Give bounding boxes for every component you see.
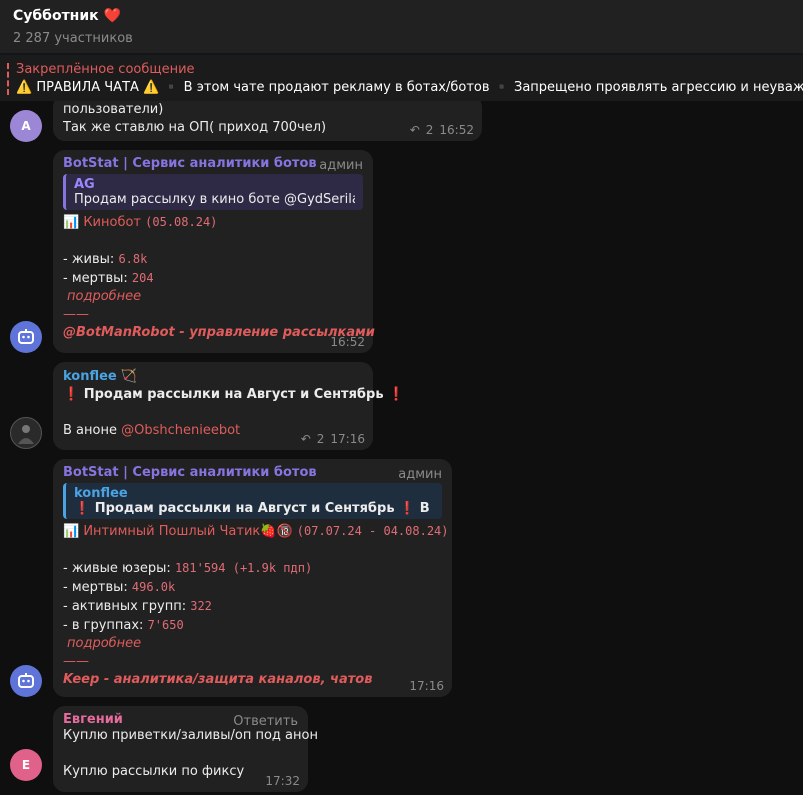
message-time: 16:52 [330, 335, 365, 349]
message-meta: ↶ 2 17:16 [301, 432, 365, 446]
message-bubble[interactable]: Евгений Ответить Куплю приветки/заливы/о… [53, 706, 318, 792]
footer-link[interactable]: Keep - аналитика/защита каналов, чатов [63, 671, 442, 689]
reply-quote[interactable]: konflee ❗ Продам рассылки на Август и Се… [63, 483, 442, 519]
stat-value: 322 [190, 599, 212, 613]
stat-label: - живы: [63, 252, 115, 267]
sender-name[interactable]: BotStat | Сервис аналитики ботов [63, 465, 442, 480]
avatar[interactable]: A [10, 110, 42, 142]
chart-icon: 📊 [63, 215, 80, 230]
user-avatar[interactable] [10, 417, 42, 449]
avatar-letter: E [21, 758, 31, 772]
chart-icon: 📊 [63, 524, 80, 539]
bot-avatar[interactable] [10, 665, 42, 697]
avatar-letter: A [21, 119, 31, 133]
message-time: 17:32 [265, 774, 300, 788]
stat-label: - мертвы: [63, 580, 128, 595]
message-meta: 17:32 [265, 774, 300, 788]
pinned-text: ⚠️ ПРАВИЛА ЧАТА ⚠️ ▪️ В этом чате продаю… [16, 80, 803, 95]
message-meta: 16:52 [330, 335, 365, 349]
reply-count[interactable]: 2 [426, 123, 434, 137]
reply-arrow-icon[interactable]: ↶ [410, 123, 420, 137]
message-meta: ↶ 2 16:52 [410, 123, 474, 137]
message-line: Куплю рассылки по фиксу [63, 764, 245, 779]
reply-button[interactable]: Ответить [233, 714, 298, 729]
sender-name[interactable]: konflee [63, 369, 117, 384]
stats-date: (05.08.24) [145, 215, 218, 229]
message-bubble[interactable]: пользователи) Так же ставлю на ОП( прихо… [53, 101, 482, 141]
bot-name[interactable]: Кинобот [83, 215, 141, 230]
message-bubble[interactable]: BotStat | Сервис аналитики ботов админ k… [53, 459, 452, 697]
pinned-indicator [7, 63, 9, 95]
more-link[interactable]: подробнее [63, 288, 363, 306]
chat-title-text: Субботник [13, 8, 99, 24]
reply-count[interactable]: 2 [317, 432, 325, 446]
stat-value: 6.8k [118, 252, 148, 266]
stat-value: 496.0k [131, 580, 176, 594]
chat-title: Субботник ❤️ [13, 8, 121, 24]
robot-icon [18, 329, 34, 344]
divider-text: —— [63, 307, 89, 322]
robot-icon [18, 673, 34, 688]
quote-author: AG [74, 177, 95, 192]
heart-icon: ❤️ [103, 8, 121, 24]
message-feed[interactable]: A пользователи) Так же ставлю на ОП( при… [0, 101, 803, 795]
pinned-title: Закреплённое сообщение [16, 62, 195, 77]
message-line: ❗ Продам рассылки на Август и Сентябрь ❗ [63, 387, 405, 402]
message-time: 16:52 [439, 123, 474, 137]
reply-arrow-icon[interactable]: ↶ [301, 432, 311, 446]
message-line: Куплю приветки/заливы/оп под анон [63, 728, 318, 743]
message-time: 17:16 [330, 432, 365, 446]
quote-text: Продам рассылку в кино боте @GydSerilasB… [74, 192, 355, 207]
bot-avatar[interactable] [10, 321, 42, 353]
admin-badge: админ [319, 158, 363, 173]
stat-label: - живые юзеры: [63, 561, 171, 576]
avatar[interactable]: E [10, 749, 42, 781]
stat-label: - активных групп: [63, 599, 187, 614]
message-bubble[interactable]: konflee 🏹 ❗ Продам рассылки на Август и … [53, 362, 405, 450]
message-line: пользователи) [63, 102, 164, 117]
status-emoji-icon: 🏹 [120, 369, 138, 384]
footer-link[interactable]: @BotManRobot - управление рассылками [63, 324, 375, 342]
quote-text: ❗ Продам рассылки на Август и Сентябрь ❗… [74, 501, 434, 516]
message-meta: 17:16 [409, 679, 444, 693]
stat-value: 204 [131, 271, 154, 285]
admin-badge: админ [398, 467, 442, 482]
pinned-message[interactable]: Закреплённое сообщение ⚠️ ПРАВИЛА ЧАТА ⚠… [0, 55, 803, 101]
message-text: В аноне [63, 423, 117, 438]
mention-link[interactable]: @Obshchenieebot [121, 423, 240, 438]
stat-value: 7'650 [147, 618, 184, 632]
quote-author: konflee [74, 486, 128, 501]
chat-header[interactable]: Субботник ❤️ 2 287 участников [0, 0, 803, 54]
message-bubble[interactable]: BotStat | Сервис аналитики ботов админ A… [53, 150, 375, 353]
member-count: 2 287 участников [13, 31, 133, 46]
stat-value: 181'594 (+1.9k пдп) [174, 561, 313, 575]
reply-quote[interactable]: AG Продам рассылку в кино боте @GydSeril… [63, 174, 363, 210]
divider-text: —— [63, 654, 89, 669]
stat-label: - мертвы: [63, 271, 128, 286]
person-silhouette-icon [18, 425, 34, 444]
sender-name[interactable]: BotStat | Сервис аналитики ботов [63, 156, 363, 171]
bot-name[interactable]: Интимный Пошлый Чатик🍓🔞 [83, 524, 292, 539]
stats-date: (07.07.24 - 04.08.24) [296, 524, 449, 538]
message-time: 17:16 [409, 679, 444, 693]
stat-label: - в группах: [63, 618, 144, 633]
more-link[interactable]: подробнее [63, 635, 442, 653]
